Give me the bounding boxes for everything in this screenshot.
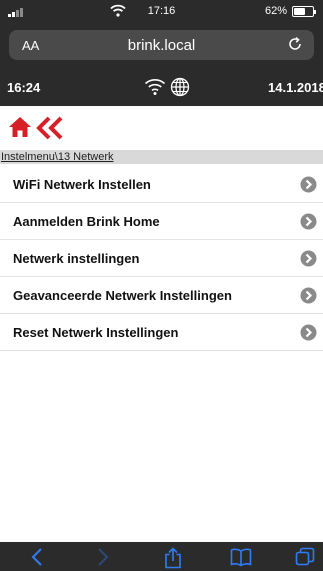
menu-item-geavanceerde-netwerk-instellingen[interactable]: Geavanceerde Netwerk Instellingen bbox=[0, 277, 323, 314]
chevron-right-icon bbox=[300, 287, 317, 309]
browser-address-area: AA brink.local bbox=[0, 24, 323, 68]
chevron-right-icon bbox=[300, 250, 317, 272]
reload-icon[interactable] bbox=[286, 35, 304, 58]
home-icon[interactable] bbox=[8, 116, 32, 143]
wifi-icon bbox=[144, 77, 166, 101]
menu-item-label: Netwerk instellingen bbox=[13, 251, 140, 266]
chevron-right-icon bbox=[300, 213, 317, 235]
forward-arrow-icon[interactable] bbox=[96, 547, 110, 571]
app-header: 16:24 14.1.2018 bbox=[0, 68, 323, 106]
url-text[interactable]: brink.local bbox=[9, 37, 314, 54]
back-arrow-icon[interactable] bbox=[30, 547, 44, 571]
double-back-icon[interactable] bbox=[36, 116, 64, 145]
tabs-icon[interactable] bbox=[295, 547, 315, 571]
chevron-right-icon bbox=[300, 176, 317, 198]
address-bar[interactable]: AA brink.local bbox=[9, 30, 314, 60]
menu-item-label: Reset Netwerk Instellingen bbox=[13, 325, 179, 340]
bookmarks-icon[interactable] bbox=[230, 547, 252, 571]
breadcrumb[interactable]: Instelmenu\13 Netwerk bbox=[0, 150, 323, 164]
menu-item-label: Aanmelden Brink Home bbox=[13, 214, 160, 229]
browser-toolbar bbox=[0, 542, 323, 571]
battery-icon bbox=[292, 6, 316, 17]
header-time: 16:24 bbox=[7, 80, 41, 95]
chevron-right-icon bbox=[300, 324, 317, 346]
menu-item-reset-netwerk-instellingen[interactable]: Reset Netwerk Instellingen bbox=[0, 314, 323, 351]
network-menu: WiFi Netwerk Instellen Aanmelden Brink H… bbox=[0, 166, 323, 351]
battery-percent: 62% bbox=[264, 5, 287, 17]
menu-item-label: Geavanceerde Netwerk Instellingen bbox=[13, 288, 232, 303]
menu-item-aanmelden-brink-home[interactable]: Aanmelden Brink Home bbox=[0, 203, 323, 240]
ios-status-bar: 17:16 62% bbox=[0, 0, 323, 24]
menu-item-wifi-netwerk-instellen[interactable]: WiFi Netwerk Instellen bbox=[0, 166, 323, 203]
menu-item-label: WiFi Netwerk Instellen bbox=[13, 177, 151, 192]
globe-icon bbox=[170, 77, 190, 102]
header-date: 14.1.2018 bbox=[268, 80, 323, 95]
menu-item-netwerk-instellingen[interactable]: Netwerk instellingen bbox=[0, 240, 323, 277]
app-navigation bbox=[0, 106, 323, 150]
share-icon[interactable] bbox=[164, 547, 182, 571]
